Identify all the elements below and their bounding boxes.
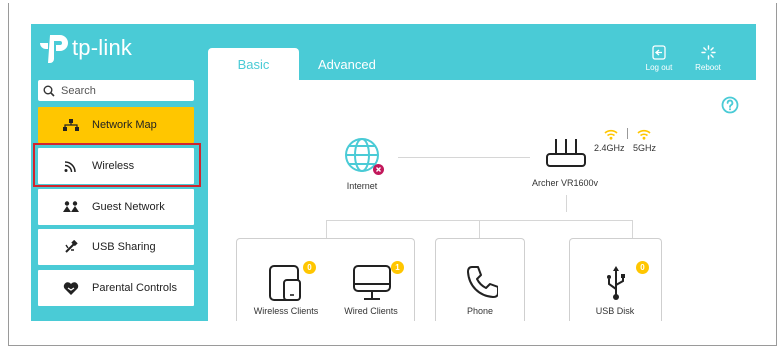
search-input[interactable] [59, 83, 183, 98]
sidebar-item-label: Network Map [92, 119, 157, 131]
router-node[interactable] [545, 137, 587, 174]
wireless-clients-label: Wireless Clients [253, 306, 319, 316]
tp-link-logo: tp-link [38, 30, 132, 66]
wired-clients-label: Wired Clients [344, 306, 398, 316]
wireless-clients-node[interactable] [268, 264, 304, 307]
router-label: Archer VR1600v [531, 178, 599, 188]
tree-line [479, 220, 480, 238]
guest-network-icon [60, 201, 82, 213]
phone-label: Phone [466, 306, 494, 316]
usb-disk-label: USB Disk [595, 306, 635, 316]
band-24ghz-label: 2.4GHz [594, 143, 625, 153]
tree-line [566, 195, 567, 212]
wired-clients-node[interactable] [352, 264, 392, 307]
sidebar-item-parental-controls[interactable]: Parental Controls [38, 270, 194, 306]
parental-controls-icon [60, 281, 82, 295]
band-separator [627, 128, 628, 139]
usb-sharing-icon [60, 240, 82, 254]
wireless-highlight-box [33, 143, 201, 187]
band-5ghz-label: 5GHz [633, 143, 657, 153]
bottom-area [31, 321, 756, 345]
sidebar-item-label: Parental Controls [92, 282, 177, 294]
internet-label: Internet [346, 181, 378, 191]
tp-link-logo-mark-icon [40, 35, 68, 63]
sidebar-item-label: USB Sharing [92, 241, 156, 253]
wireless-clients-count-badge: 0 [303, 261, 316, 274]
reboot-icon [700, 45, 716, 60]
tree-line [632, 220, 633, 238]
sidebar-item-usb-sharing[interactable]: USB Sharing [38, 229, 194, 265]
logout-label: Log out [645, 63, 673, 72]
tab-basic[interactable]: Basic [208, 48, 299, 81]
monitor-icon [353, 265, 391, 300]
logout-button[interactable]: Log out [642, 45, 676, 72]
phone-node[interactable] [464, 264, 499, 305]
tab-advanced[interactable]: Advanced [318, 48, 376, 81]
tree-line [326, 220, 327, 238]
wireless-clients-icon [269, 265, 301, 301]
sidebar-item-network-map[interactable]: Network Map [38, 107, 194, 143]
reboot-button[interactable]: Reboot [691, 45, 725, 72]
wired-clients-count-badge: 1 [391, 261, 404, 274]
network-map-icon [60, 119, 82, 131]
connection-line [398, 157, 530, 158]
router-icon [546, 139, 586, 167]
sidebar-item-label: Guest Network [92, 201, 165, 213]
search-box[interactable] [38, 80, 194, 101]
logout-icon [652, 45, 666, 60]
usb-disk-node[interactable] [604, 264, 628, 307]
help-icon[interactable] [721, 96, 739, 119]
phone-icon [467, 266, 499, 298]
usb-icon [607, 266, 625, 300]
usb-disk-count-badge: 0 [636, 261, 649, 274]
search-icon [43, 85, 55, 97]
sidebar-item-guest-network[interactable]: Guest Network [38, 189, 194, 225]
internet-error-icon [373, 162, 384, 180]
brand-name: tp-link [72, 35, 133, 60]
reboot-label: Reboot [695, 63, 721, 72]
